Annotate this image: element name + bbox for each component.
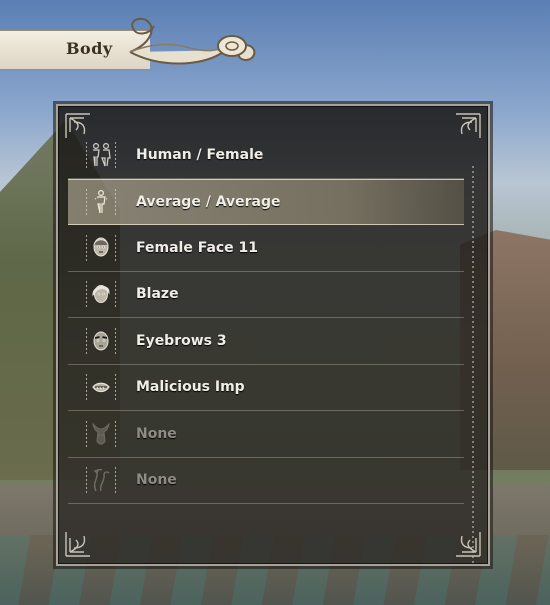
face-icon xyxy=(80,233,122,263)
list-item-mouth[interactable]: Malicious Imp xyxy=(68,365,464,411)
list-item-body-type[interactable]: Human / Female xyxy=(68,132,464,179)
list-item-label: Human / Female xyxy=(136,146,264,163)
list-item-label: Female Face 11 xyxy=(136,239,259,256)
page-title: Body xyxy=(66,39,113,58)
scrollbar-track[interactable] xyxy=(472,166,474,566)
list-item-face[interactable]: Female Face 11 xyxy=(68,225,464,272)
physique-icon xyxy=(80,187,122,217)
hair-icon xyxy=(80,279,122,309)
list-item-hair[interactable]: Blaze xyxy=(68,272,464,318)
body-options-list: Human / Female Average / Average Female … xyxy=(68,132,464,504)
eyebrows-icon xyxy=(80,326,122,356)
mouth-icon xyxy=(80,372,122,402)
list-item-physique[interactable]: Average / Average xyxy=(68,178,464,225)
list-item-label: None xyxy=(136,472,177,489)
list-item-label: None xyxy=(136,425,177,442)
list-item-label: Malicious Imp xyxy=(136,379,245,396)
tail-icon xyxy=(80,465,122,495)
list-item-label: Blaze xyxy=(136,286,179,303)
body-type-icon xyxy=(80,140,122,170)
list-item-eyebrows[interactable]: Eyebrows 3 xyxy=(68,318,464,365)
list-item-tail[interactable]: None xyxy=(68,458,464,504)
corner-ornament-icon xyxy=(448,524,482,558)
corner-ornament-icon xyxy=(64,524,98,558)
horns-icon xyxy=(80,419,122,449)
body-options-panel: Human / Female Average / Average Female … xyxy=(56,104,490,566)
list-item-horns[interactable]: None xyxy=(68,411,464,458)
list-item-label: Average / Average xyxy=(136,193,281,210)
list-item-label: Eyebrows 3 xyxy=(136,332,227,349)
scroll-ornament-icon xyxy=(110,8,260,74)
